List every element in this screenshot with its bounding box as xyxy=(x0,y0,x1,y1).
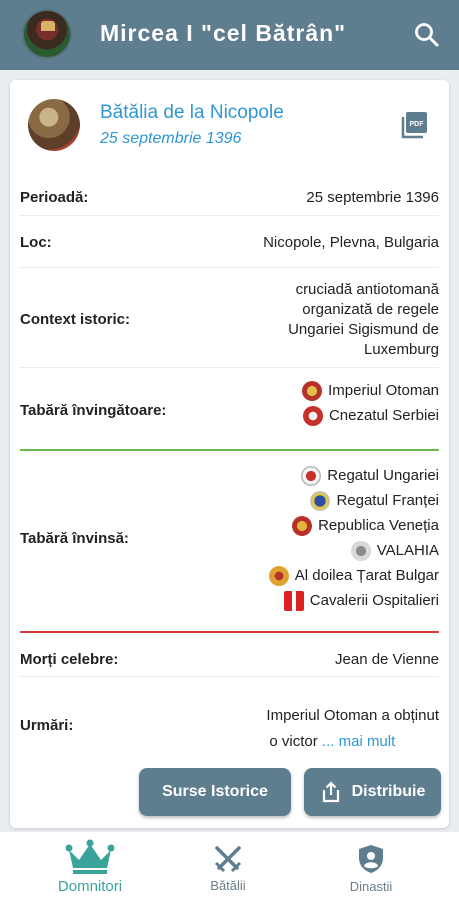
nav-label: Bătălii xyxy=(210,878,246,893)
crossed-swords-icon xyxy=(214,846,242,873)
context-line: Ungariei Sigismund de xyxy=(288,321,439,338)
consequences-value: Imperiul Otoman a obținut o victor ... m… xyxy=(266,703,439,755)
nav-item-domnitori[interactable]: Domnitori xyxy=(45,832,135,900)
read-more-link[interactable]: ... mai mult xyxy=(318,733,395,750)
app-bar: Mircea I "cel Bătrân" xyxy=(0,0,459,70)
loser-team[interactable]: Cavalerii Ospitalieri xyxy=(283,588,439,613)
deaths-label: Morți celebre: xyxy=(20,651,119,668)
context-line: organizată de regele xyxy=(302,301,439,318)
deaths-row: Morți celebre: Jean de Vienne xyxy=(20,633,439,677)
bulgarian-crest-icon xyxy=(268,565,289,586)
loser-team[interactable]: Republica Veneția xyxy=(292,513,439,538)
nav-label: Domnitori xyxy=(57,878,123,895)
losers-row: Tabără învinsă: Regatul Ungariei Regatul… xyxy=(20,451,439,631)
sources-button[interactable]: Surse Istorice xyxy=(139,768,291,816)
search-button[interactable] xyxy=(412,20,442,50)
period-row: Perioadă: 25 septembrie 1396 xyxy=(20,183,439,216)
shield-icon xyxy=(359,845,383,873)
battle-thumbnail[interactable] xyxy=(28,99,80,151)
consequences-line: Imperiul Otoman a obținut xyxy=(266,707,439,724)
winners-label: Tabără învingătoare: xyxy=(20,402,167,419)
hungary-crest-icon xyxy=(301,465,322,486)
winners-row: Tabără învingătoare: Imperiul Otoman Cne… xyxy=(20,368,439,449)
share-button[interactable]: Distribuie xyxy=(304,768,441,816)
battle-card: Bătălia de la Nicopole 25 septembrie 139… xyxy=(10,80,449,828)
period-value: 25 septembrie 1396 xyxy=(306,189,439,206)
context-line: Luxemburg xyxy=(363,341,439,358)
consequences-label: Urmări: xyxy=(20,717,74,734)
context-label: Context istoric: xyxy=(20,311,131,328)
loser-team[interactable]: Regatul Franței xyxy=(310,488,439,513)
wallachia-crest-icon xyxy=(350,540,371,561)
hospitaller-crest-icon xyxy=(283,590,304,611)
consequences-row: Urmări: Imperiul Otoman a obținut o vict… xyxy=(20,677,439,759)
pdf-button[interactable]: PDF xyxy=(401,110,429,140)
crown-icon xyxy=(65,839,115,874)
page-title: Mircea I "cel Bătrân" xyxy=(100,20,347,46)
loser-team[interactable]: Al doilea Țarat Bulgar xyxy=(268,563,439,588)
winner-team[interactable]: Imperiul Otoman xyxy=(302,378,439,403)
consequences-line: o victor ... mai mult xyxy=(269,733,396,750)
winner-team[interactable]: Cnezatul Serbiei xyxy=(302,403,439,428)
context-value: cruciadă antiotomană organizată de regel… xyxy=(288,280,439,360)
france-crest-icon xyxy=(310,490,331,511)
battle-title[interactable]: Bătălia de la Nicopole xyxy=(100,102,284,124)
battle-date: 25 septembrie 1396 xyxy=(100,130,242,147)
nav-item-dinastii[interactable]: Dinastii xyxy=(331,832,411,900)
loser-team[interactable]: VALAHIA xyxy=(350,538,439,563)
venice-crest-icon xyxy=(292,515,313,536)
nav-item-batalii[interactable]: Bătălii xyxy=(188,832,268,900)
context-line: cruciadă antiotomană xyxy=(295,281,439,298)
share-icon xyxy=(322,781,339,803)
loser-team[interactable]: Regatul Ungariei xyxy=(301,463,439,488)
context-row: Context istoric: cruciadă antiotomană or… xyxy=(20,268,439,368)
location-value: Nicopole, Plevna, Bulgaria xyxy=(263,234,439,251)
ottoman-crest-icon xyxy=(302,380,323,401)
deaths-value: Jean de Vienne xyxy=(335,651,439,668)
location-label: Loc: xyxy=(20,234,52,251)
svg-text:PDF: PDF xyxy=(410,121,425,128)
serbian-crest-icon xyxy=(302,405,323,426)
search-icon xyxy=(415,23,439,47)
losers-label: Tabără învinsă: xyxy=(20,530,129,547)
pdf-icon: PDF xyxy=(401,112,427,139)
ruler-avatar[interactable] xyxy=(22,9,72,59)
location-row: Loc: Nicopole, Plevna, Bulgaria xyxy=(20,216,439,268)
nav-label: Dinastii xyxy=(349,879,393,894)
bottom-navigation: Domnitori Bătălii Dinastii xyxy=(0,832,459,900)
period-label: Perioadă: xyxy=(20,189,89,206)
